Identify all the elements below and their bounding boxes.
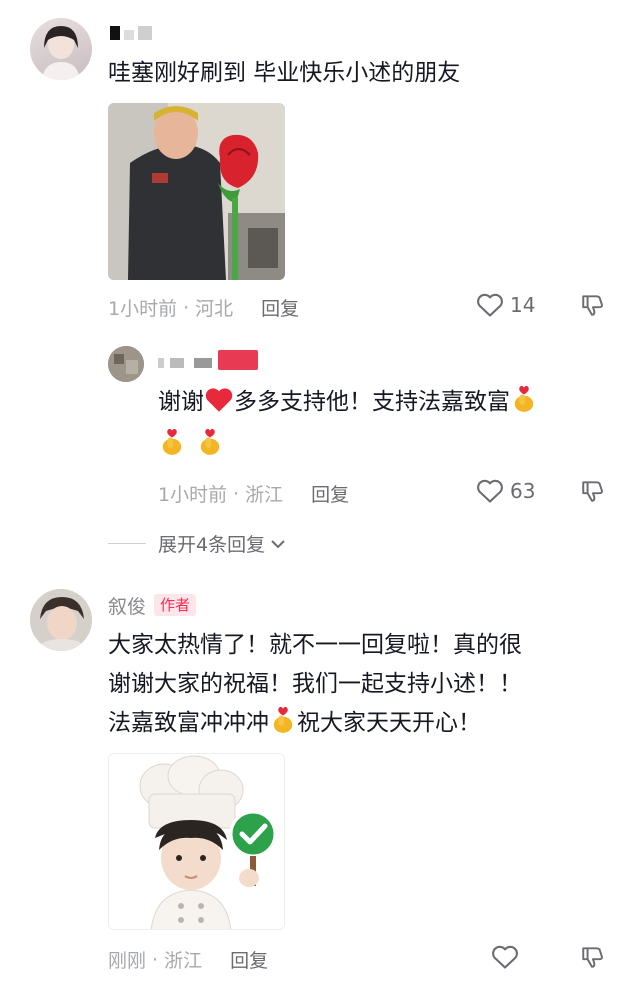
separator-dot: · [233, 482, 240, 505]
reply-button[interactable]: 回复 [261, 294, 299, 321]
author-comment-text: 大家太热情了！就不一一回复啦！真的很 谢谢大家的祝福！我们一起支持小述！！ 法嘉… [108, 626, 618, 747]
reply-button[interactable]: 回复 [230, 946, 268, 973]
author-comment-time: 刚刚 [108, 950, 147, 972]
author-avatar[interactable] [30, 589, 92, 651]
chef-cartoon-sticker-icon [109, 754, 284, 929]
author-comment-location: 浙江 [164, 950, 203, 972]
comment-time: 1小时前 [108, 298, 178, 320]
finger-heart-icon [158, 426, 186, 469]
author-comment-line: 谢谢大家的祝福！我们一起支持小述！！ [108, 671, 522, 697]
dislike-button[interactable] [580, 292, 606, 322]
finger-heart-icon [196, 426, 224, 469]
thumbs-down-icon [582, 295, 603, 316]
rose-meme-photo-icon [108, 103, 285, 280]
reply-text-part: 谢谢 [158, 389, 204, 415]
thumbs-down-icon [582, 481, 603, 502]
username-redacted[interactable] [158, 350, 262, 372]
reply-location: 浙江 [245, 484, 284, 506]
comment-image[interactable] [108, 103, 285, 280]
chevron-down-icon [271, 539, 285, 548]
reply-meta: 1小时前 · 浙江 回复 [158, 480, 349, 507]
heart-outline-icon [477, 293, 503, 317]
reply-time: 1小时前 [158, 484, 228, 506]
author-name-row: 叙俊 作者 [108, 592, 197, 619]
author-badge: 作者 [154, 594, 197, 616]
divider-line [108, 543, 146, 544]
heart-outline-icon [477, 479, 503, 503]
reply-text-part: 多多支持他！支持法嘉致富 [234, 389, 510, 415]
like-button[interactable] [491, 944, 519, 974]
expand-replies-button[interactable]: 展开4条回复 [108, 530, 287, 557]
like-count: 63 [510, 479, 536, 503]
expand-replies-label: 展开4条回复 [158, 534, 266, 556]
thumbs-down-icon [582, 947, 603, 968]
comment-sticker-image[interactable] [108, 753, 285, 930]
like-count: 14 [510, 293, 536, 317]
finger-heart-icon [510, 383, 538, 426]
comment-location: 河北 [195, 298, 234, 320]
finger-heart-icon [269, 704, 297, 747]
like-button[interactable]: 14 [476, 292, 535, 318]
dislike-button[interactable] [580, 478, 606, 508]
commenter-avatar[interactable] [30, 18, 92, 80]
username-redacted[interactable] [110, 22, 158, 42]
heart-outline-icon [492, 945, 518, 969]
author-comment-meta: 刚刚 · 浙江 回复 [108, 946, 268, 973]
author-comment-line: 大家太热情了！就不一一回复啦！真的很 [108, 632, 522, 658]
separator-dot: · [152, 948, 159, 971]
red-heart-icon [204, 387, 234, 426]
dislike-button[interactable] [580, 944, 606, 974]
comment-text: 哇塞刚好刷到 毕业快乐小述的朋友 [108, 60, 461, 86]
separator-dot: · [183, 296, 190, 319]
replier-avatar[interactable] [108, 346, 144, 382]
author-comment-line: 法嘉致富冲冲冲 [108, 710, 269, 736]
author-comment-line: 祝大家天天开心！ [297, 710, 481, 736]
reply-button[interactable]: 回复 [311, 480, 349, 507]
like-button[interactable]: 63 [476, 478, 535, 504]
author-username[interactable]: 叙俊 [108, 596, 146, 618]
comment-meta: 1小时前 · 河北 回复 [108, 294, 299, 321]
reply-text: 谢谢 多多支持他！支持法嘉致富 [158, 383, 608, 469]
